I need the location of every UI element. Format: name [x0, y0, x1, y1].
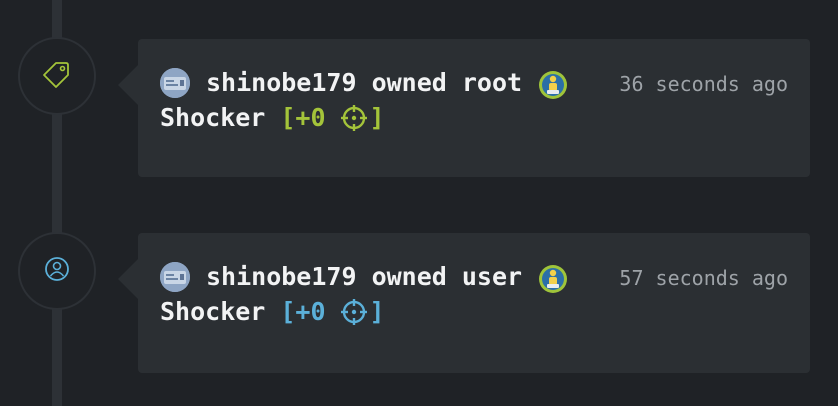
points-label: [+0 ]	[280, 295, 384, 329]
card-pointer	[118, 259, 138, 299]
activity-card: shinobe179 owned user 57 seconds ago Sho…	[118, 233, 810, 373]
event-timestamp: 36 seconds ago	[619, 72, 788, 96]
machine-line: Shocker [+0 ]	[160, 295, 385, 329]
avatar[interactable]	[160, 68, 190, 98]
activity-card: shinobe179 owned root 36 seconds ago Sho…	[118, 39, 810, 177]
rank-badge-icon	[538, 264, 568, 294]
activity-timeline: shinobe179 owned root 36 seconds ago Sho…	[0, 0, 838, 406]
points-close: ]	[369, 297, 385, 326]
points-close: ]	[369, 103, 385, 132]
machine-name[interactable]: Shocker	[160, 101, 265, 135]
crosshair-icon	[340, 104, 368, 132]
tag-icon	[42, 59, 72, 93]
machine-name[interactable]: Shocker	[160, 295, 265, 329]
card-pointer	[118, 65, 138, 105]
timeline-node-root	[18, 37, 96, 115]
points-value: [+0	[280, 103, 326, 132]
rank-badge-icon	[538, 70, 568, 100]
event-headline[interactable]: shinobe179 owned root	[206, 66, 522, 100]
timeline-node-user	[18, 232, 96, 310]
machine-line: Shocker [+0 ]	[160, 101, 385, 135]
event-timestamp: 57 seconds ago	[619, 266, 788, 290]
event-headline[interactable]: shinobe179 owned user	[206, 260, 522, 294]
points-value: [+0	[280, 297, 326, 326]
avatar[interactable]	[160, 262, 190, 292]
user-icon	[42, 254, 72, 288]
points-label: [+0 ]	[280, 101, 384, 135]
crosshair-icon	[340, 298, 368, 326]
